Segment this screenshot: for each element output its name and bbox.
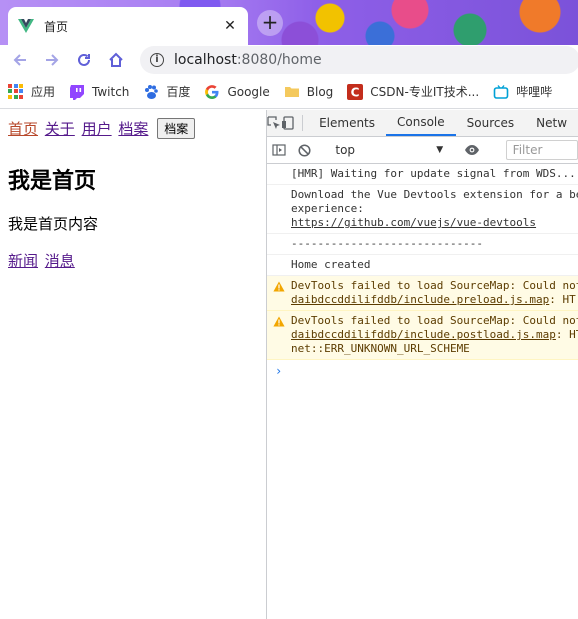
- bookmark-label: 哔哩哔: [516, 85, 553, 99]
- nav-link-home[interactable]: 首页: [8, 120, 38, 138]
- svg-text:C: C: [351, 85, 360, 99]
- bookmark-baidu[interactable]: 百度: [143, 83, 190, 100]
- filter-input[interactable]: Filter: [505, 140, 578, 160]
- devtools-panel: Elements Console Sources Netw top ▼ Filt…: [266, 110, 578, 619]
- prompt-chevron-icon: ›: [275, 364, 283, 378]
- warning-icon: [273, 316, 285, 327]
- tab-network[interactable]: Netw: [525, 110, 578, 136]
- bookmark-label: 应用: [31, 85, 56, 99]
- console-prompt[interactable]: ›: [267, 360, 578, 382]
- sub-link-news[interactable]: 新闻: [8, 252, 38, 270]
- bookmark-blog[interactable]: Blog: [284, 84, 334, 100]
- twitch-icon: [70, 84, 85, 100]
- console-warning: DevTools failed to load SourceMap: Could…: [267, 276, 578, 311]
- bookmark-label: Blog: [306, 84, 334, 99]
- profile-button[interactable]: 档案: [157, 118, 196, 139]
- page-content: 我是首页内容: [8, 215, 99, 233]
- main-nav: 首页 关于 用户 档案 档案: [8, 118, 196, 139]
- dropdown-arrow-icon: ▼: [436, 145, 444, 155]
- apps-grid-icon: [8, 83, 24, 100]
- sub-link-messages[interactable]: 消息: [45, 252, 75, 270]
- back-arrow-icon[interactable]: [8, 48, 32, 72]
- forward-arrow-icon[interactable]: [40, 48, 64, 72]
- live-expression-eye-icon[interactable]: [460, 144, 485, 156]
- bookmark-label: Twitch: [92, 84, 130, 99]
- context-value: top: [335, 143, 356, 157]
- console-message: Download the Vue Devtools extension for …: [267, 185, 578, 234]
- csdn-icon: C: [347, 83, 364, 100]
- bookmark-label: Google: [227, 84, 270, 99]
- folder-icon: [284, 86, 299, 97]
- message-text: [HMR] Waiting for update signal from WDS…: [291, 167, 576, 180]
- message-text: DevTools failed to load SourceMap: Could…: [291, 314, 578, 327]
- page-viewport: 首页 关于 用户 档案 档案 我是首页 我是首页内容 新闻 消息: [0, 110, 266, 619]
- devtools-tab-bar: Elements Console Sources Netw: [267, 110, 578, 137]
- message-text: Home created: [291, 258, 371, 271]
- close-tab-icon[interactable]: ✕: [222, 18, 238, 34]
- url-path: :8080/home: [236, 52, 322, 68]
- console-toolbar: top ▼ Filter: [267, 137, 578, 164]
- google-g-icon: [205, 84, 219, 99]
- bookmark-csdn[interactable]: C CSDN-专业IT技术...: [347, 83, 479, 100]
- sidebar-toggle-icon[interactable]: [267, 144, 292, 156]
- message-link[interactable]: daibdccddilifddb/include.postload.js.map: [291, 328, 556, 341]
- tab-strip: 首页 ✕ +: [0, 0, 578, 45]
- baidu-paw-icon: [145, 84, 159, 99]
- message-text: experience:: [291, 202, 364, 215]
- browser-toolbar: i localhost:8080/home: [0, 45, 578, 75]
- info-icon[interactable]: i: [150, 53, 164, 67]
- vue-logo-icon: [18, 19, 34, 33]
- context-selector[interactable]: top ▼: [329, 141, 447, 159]
- bookmark-bilibili[interactable]: 哔哩哔: [493, 83, 552, 100]
- bookmark-label: CSDN-专业IT技术...: [370, 85, 480, 99]
- bookmark-twitch[interactable]: Twitch: [69, 84, 129, 100]
- console-warning: DevTools failed to load SourceMap: Could…: [267, 311, 578, 360]
- message-text: : HT: [549, 293, 576, 306]
- url-host: localhost: [174, 52, 237, 68]
- message-text: -----------------------------: [291, 237, 484, 250]
- nav-link-about[interactable]: 关于: [45, 120, 75, 138]
- home-icon[interactable]: [104, 48, 128, 72]
- warning-icon: [273, 281, 285, 292]
- nav-link-user[interactable]: 用户: [82, 120, 112, 138]
- console-message: Home created: [267, 255, 578, 276]
- inspect-element-icon[interactable]: [267, 110, 281, 136]
- tab-elements[interactable]: Elements: [308, 110, 386, 136]
- nav-link-profile[interactable]: 档案: [118, 120, 148, 138]
- reload-icon[interactable]: [72, 48, 96, 72]
- clear-console-icon[interactable]: [292, 143, 317, 157]
- bookmark-google[interactable]: Google: [204, 84, 270, 100]
- message-text: Download the Vue Devtools extension for …: [291, 188, 578, 201]
- browser-tab[interactable]: 首页 ✕: [8, 7, 248, 45]
- console-log: [HMR] Waiting for update signal from WDS…: [267, 164, 578, 382]
- message-link[interactable]: daibdccddilifddb/include.preload.js.map: [291, 293, 549, 306]
- new-tab-button[interactable]: +: [257, 10, 283, 36]
- divider: [301, 115, 303, 131]
- console-message: -----------------------------: [267, 234, 578, 255]
- bookmarks-bar: 应用 Twitch 百度 Google Blog C CSDN-专业IT技术..…: [0, 75, 578, 109]
- device-toolbar-icon[interactable]: [281, 110, 295, 136]
- url-text: localhost:8080/home: [174, 52, 322, 68]
- message-text: net::ERR_UNKNOWN_URL_SCHEME: [291, 342, 470, 355]
- address-bar[interactable]: i localhost:8080/home: [140, 46, 578, 74]
- sub-nav: 新闻 消息: [8, 250, 77, 271]
- message-link[interactable]: https://github.com/vuejs/vue-devtools: [291, 216, 536, 229]
- bilibili-tv-icon: [493, 84, 509, 99]
- message-text: : HT: [555, 328, 578, 341]
- console-message: [HMR] Waiting for update signal from WDS…: [267, 164, 578, 185]
- tab-title: 首页: [44, 19, 69, 34]
- tab-console[interactable]: Console: [386, 110, 456, 136]
- bookmark-label: 百度: [166, 85, 191, 99]
- bookmark-apps[interactable]: 应用: [8, 83, 55, 100]
- tab-sources[interactable]: Sources: [456, 110, 525, 136]
- message-text: DevTools failed to load SourceMap: Could…: [291, 279, 578, 292]
- page-title: 我是首页: [8, 169, 97, 194]
